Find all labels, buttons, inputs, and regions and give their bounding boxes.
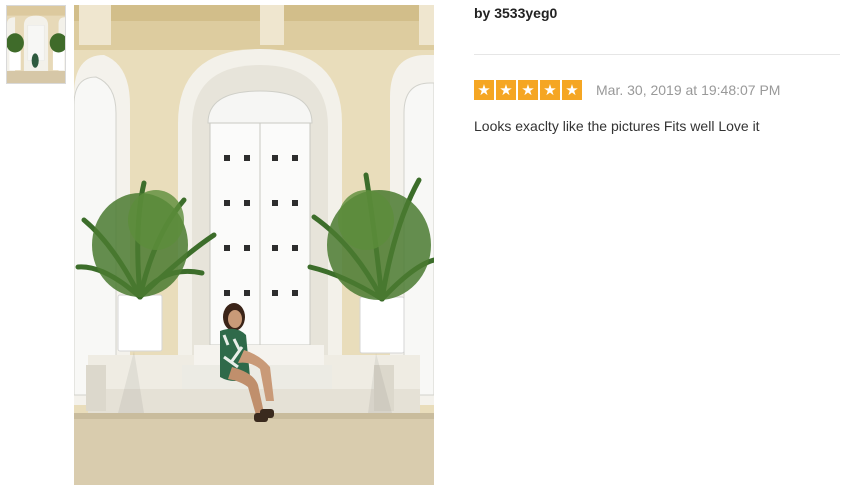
photo-thumbnail[interactable] — [6, 5, 66, 84]
review-divider — [474, 54, 840, 55]
review-photo-image — [74, 5, 434, 485]
review-rating-row: ★ ★ ★ ★ ★ Mar. 30, 2019 at 19:48:07 PM — [474, 80, 840, 100]
star-icon: ★ — [496, 80, 516, 100]
photo-thumbnail-image — [7, 6, 65, 83]
review-photo[interactable] — [74, 5, 434, 485]
review-date: Mar. 30, 2019 at 19:48:07 PM — [596, 82, 781, 98]
star-rating: ★ ★ ★ ★ ★ — [474, 80, 582, 100]
star-icon: ★ — [474, 80, 494, 100]
review: by 3533yeg0 ★ ★ ★ ★ ★ Mar. 30, 2019 at 1… — [474, 0, 840, 135]
star-icon: ★ — [540, 80, 560, 100]
review-author: by 3533yeg0 — [474, 5, 558, 21]
review-text: Looks exaclty like the pictures Fits wel… — [474, 118, 760, 134]
star-icon: ★ — [562, 80, 582, 100]
star-icon: ★ — [518, 80, 538, 100]
